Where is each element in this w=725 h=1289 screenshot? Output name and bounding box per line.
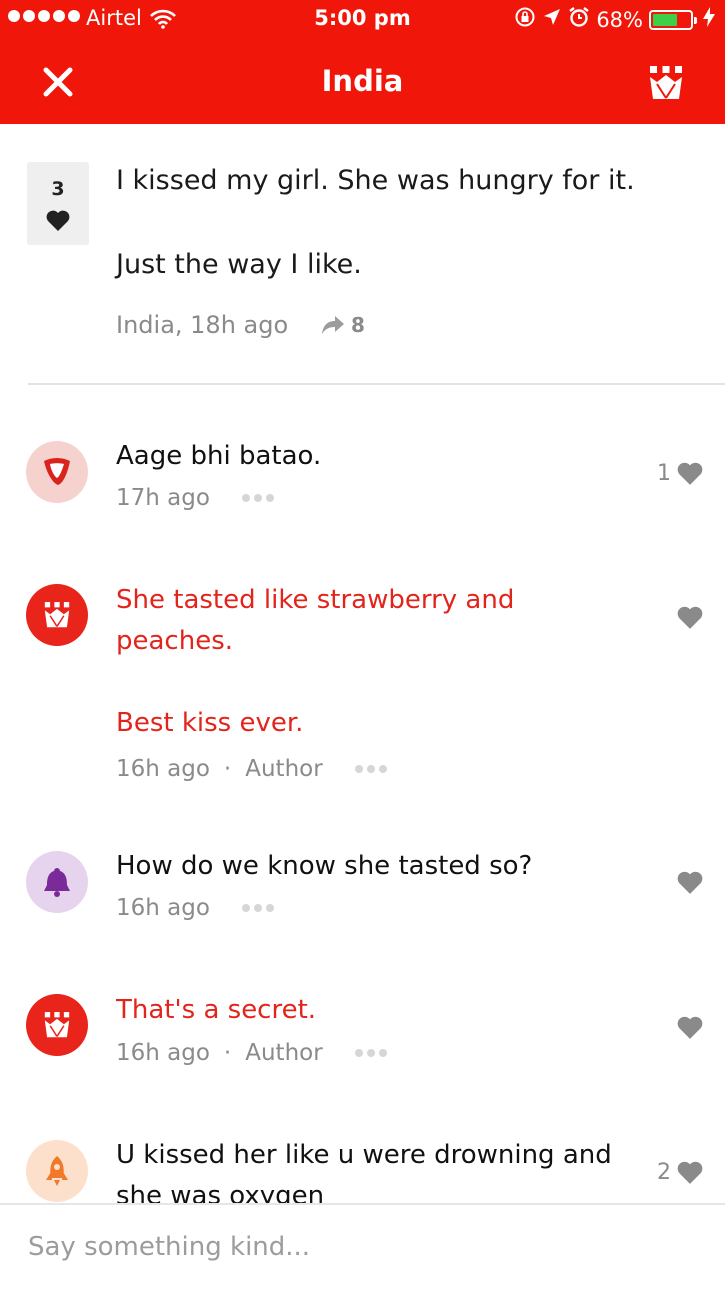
like-button[interactable]: 1 bbox=[657, 461, 703, 486]
more-options-button[interactable] bbox=[354, 1049, 387, 1057]
comment-text: peaches. bbox=[116, 626, 234, 656]
crown-icon bbox=[44, 1012, 70, 1038]
heart-icon bbox=[677, 1161, 703, 1184]
comment-text: Aage bhi batao. bbox=[116, 441, 322, 471]
heart-icon bbox=[677, 462, 703, 485]
crown-icon bbox=[44, 602, 70, 628]
meta-separator: · bbox=[223, 1040, 232, 1066]
post-line: Just the way I like. bbox=[116, 249, 362, 280]
heart-icon bbox=[677, 1016, 703, 1039]
comment-input[interactable] bbox=[28, 1223, 698, 1271]
author-badge: Author bbox=[245, 756, 323, 782]
crown-icon bbox=[650, 66, 682, 99]
battery-icon bbox=[649, 9, 697, 30]
more-options-button[interactable] bbox=[354, 765, 387, 773]
comment-time: 16h ago bbox=[116, 1040, 210, 1066]
avatar bbox=[26, 441, 88, 503]
like-button[interactable]: 2 bbox=[657, 1160, 703, 1185]
like-button[interactable] bbox=[671, 871, 703, 894]
comment-composer bbox=[0, 1203, 725, 1289]
rocket-icon bbox=[46, 1156, 68, 1186]
avatar bbox=[26, 1140, 88, 1202]
share-button[interactable]: 8 bbox=[321, 313, 365, 337]
comment-time: 16h ago bbox=[116, 756, 210, 782]
like-button[interactable] bbox=[671, 606, 703, 629]
post-line: I kissed my girl. She was hungry for it. bbox=[116, 165, 635, 196]
battery-percent: 68% bbox=[596, 7, 643, 32]
rotation-lock-icon bbox=[514, 6, 536, 33]
divider bbox=[28, 383, 725, 385]
more-options-button[interactable] bbox=[241, 494, 274, 502]
avatar bbox=[26, 994, 88, 1056]
page-title: India bbox=[321, 64, 404, 98]
post-body: I kissed my girl. She was hungry for it.… bbox=[116, 160, 696, 286]
comment-text: Best kiss ever. bbox=[116, 708, 304, 738]
app-header: Airtel 5:00 pm 68% India bbox=[0, 0, 725, 124]
bell-icon bbox=[44, 868, 70, 897]
comment-text: That's a secret. bbox=[116, 995, 317, 1025]
like-button[interactable] bbox=[671, 1016, 703, 1039]
heart-icon bbox=[46, 210, 70, 231]
comment-text: How do we know she tasted so? bbox=[116, 851, 533, 881]
steak-icon bbox=[44, 458, 70, 485]
avatar bbox=[26, 851, 88, 913]
heart-icon bbox=[677, 606, 703, 629]
location-arrow-icon bbox=[542, 7, 562, 32]
heart-icon bbox=[677, 871, 703, 894]
comment-text: She tasted like strawberry and bbox=[116, 585, 515, 615]
comment-text: U kissed her like u were drowning and bbox=[116, 1140, 612, 1170]
author-badge: Author bbox=[245, 1040, 323, 1066]
vote-box[interactable]: 3 bbox=[27, 162, 89, 245]
crown-button[interactable] bbox=[645, 64, 687, 102]
like-count: 1 bbox=[657, 461, 671, 486]
share-icon bbox=[322, 316, 344, 334]
status-bar: Airtel 5:00 pm 68% bbox=[0, 0, 725, 40]
meta-separator: · bbox=[223, 756, 232, 782]
alarm-icon bbox=[568, 6, 590, 33]
more-options-button[interactable] bbox=[241, 904, 274, 912]
avatar bbox=[26, 584, 88, 646]
charging-icon bbox=[703, 7, 715, 32]
vote-count: 3 bbox=[51, 178, 65, 200]
like-count: 2 bbox=[657, 1160, 671, 1185]
post-location-time: India, 18h ago bbox=[116, 311, 289, 339]
comment-time: 17h ago bbox=[116, 485, 210, 511]
share-count: 8 bbox=[351, 313, 365, 337]
comment-time: 16h ago bbox=[116, 895, 210, 921]
